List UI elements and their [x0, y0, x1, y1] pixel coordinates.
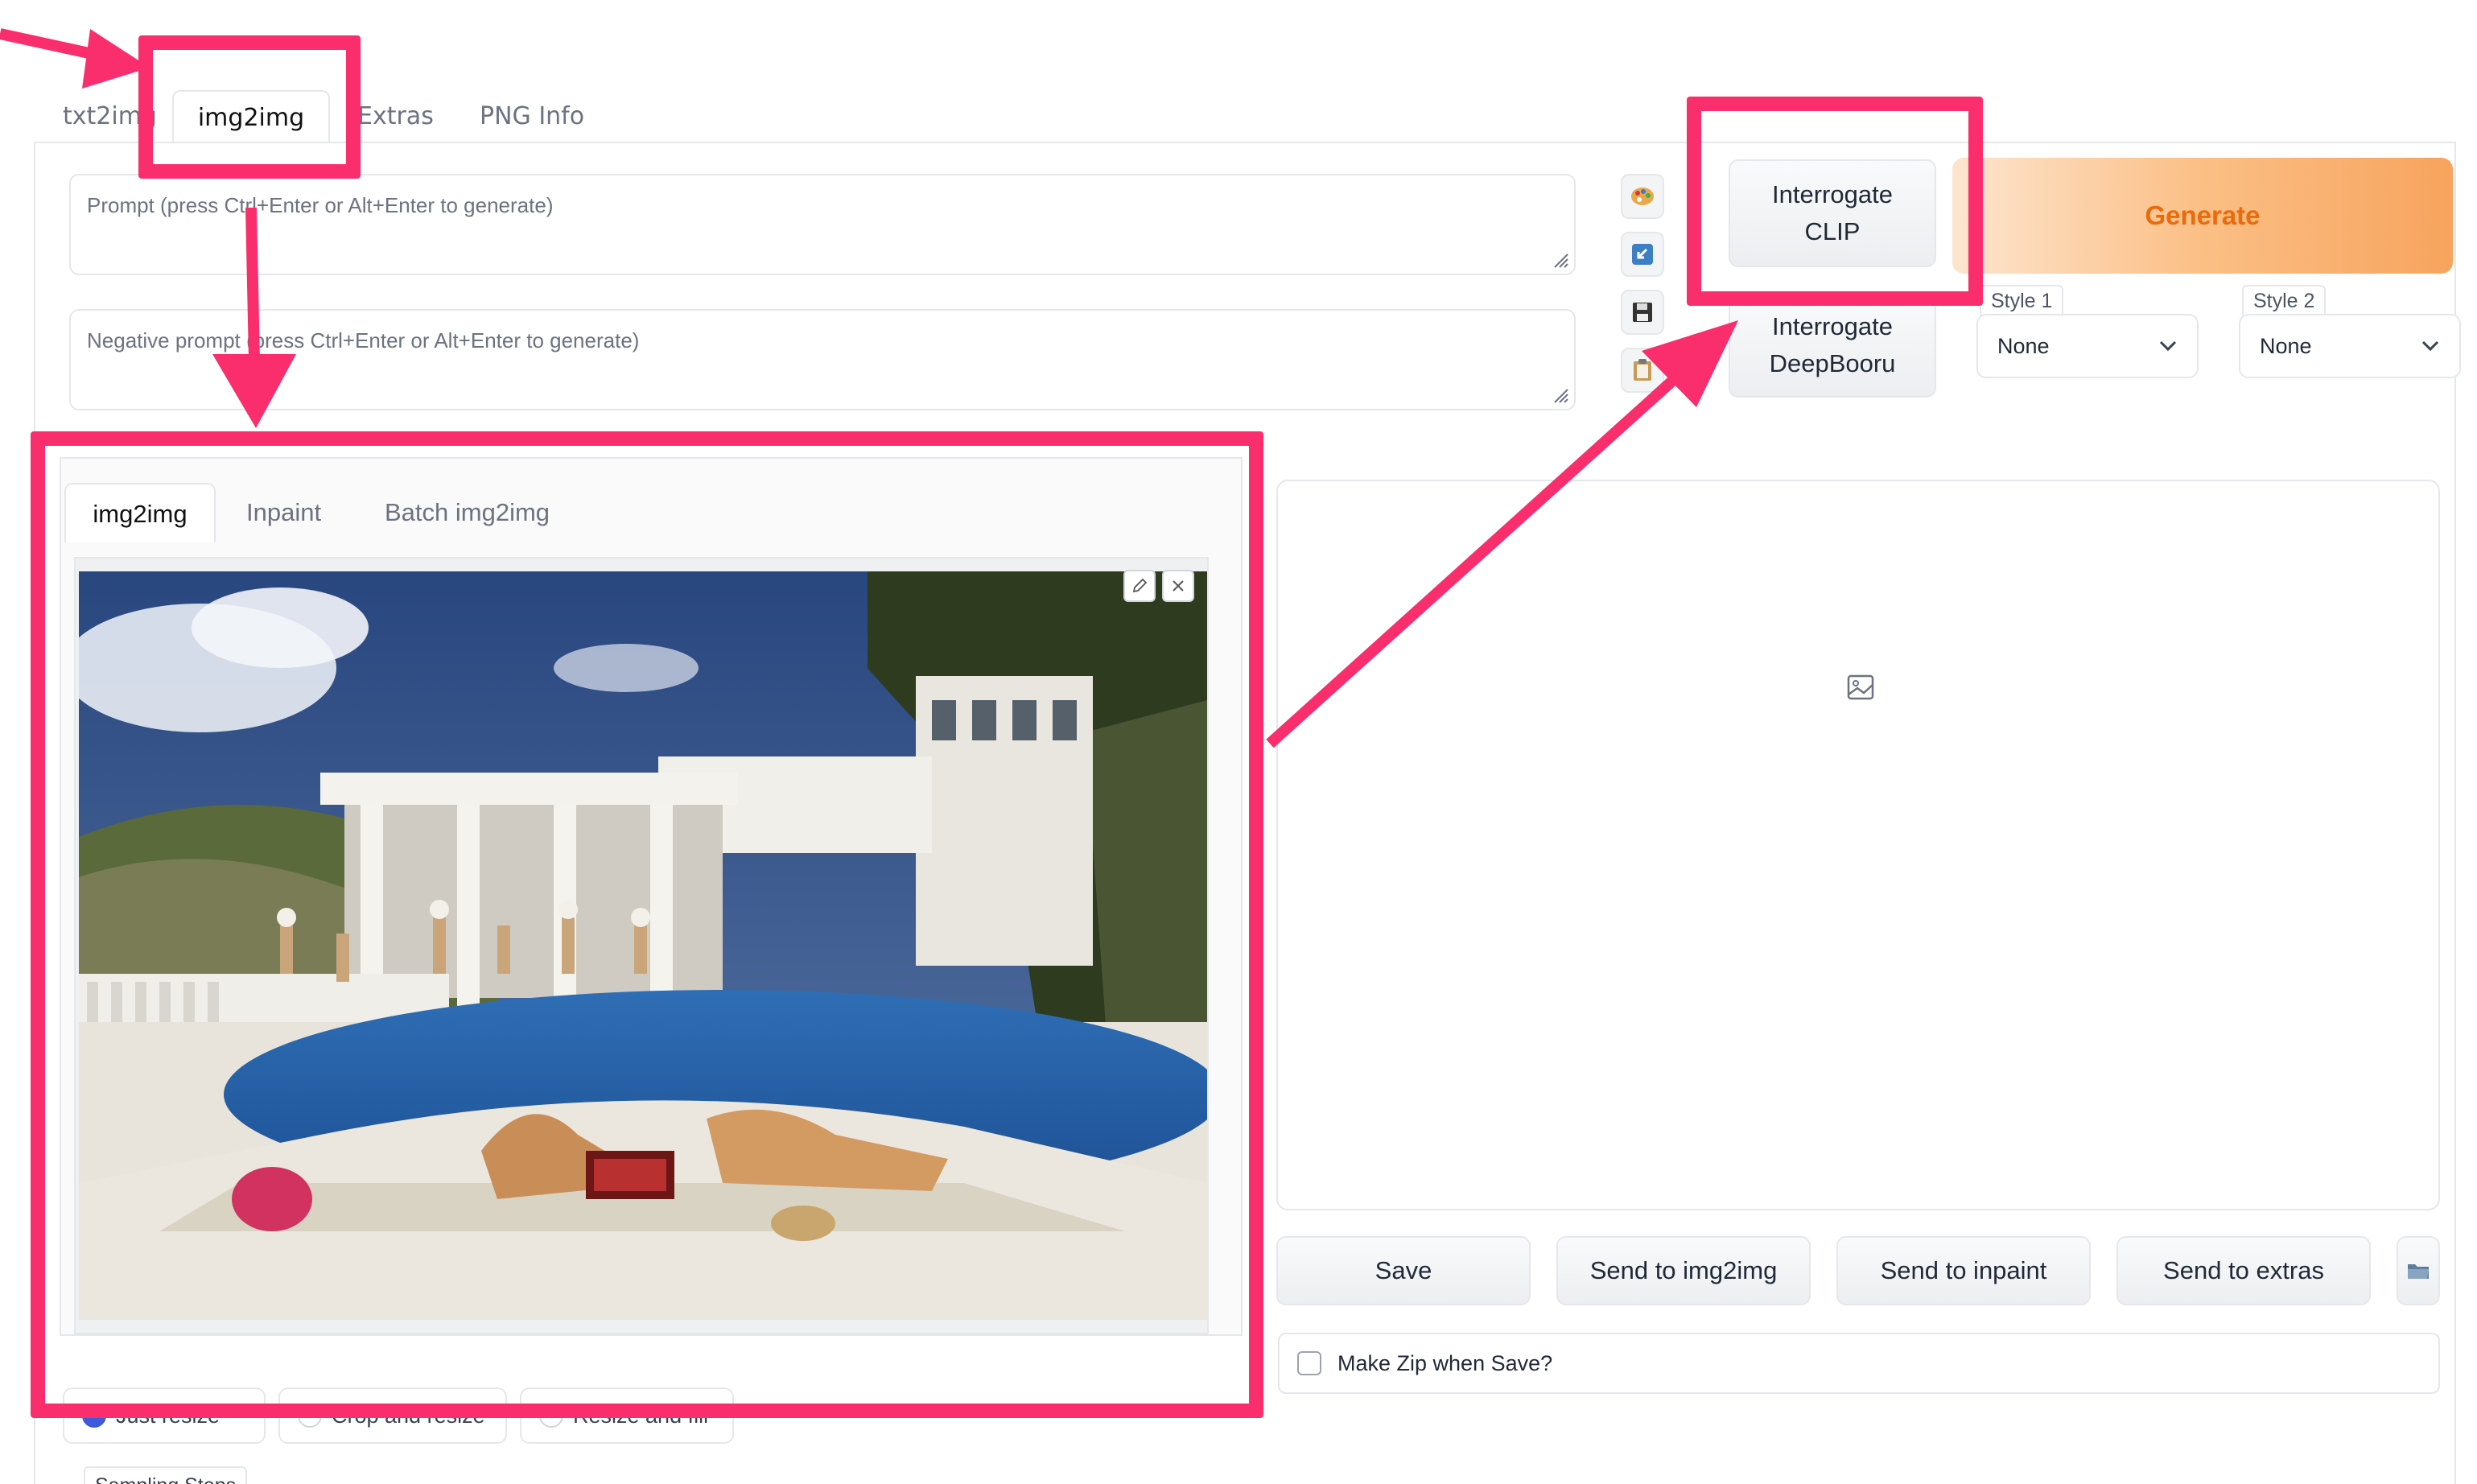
send-to-img2img-button[interactable]: Send to img2img [1556, 1236, 1811, 1305]
output-gallery [1276, 480, 2440, 1210]
folder-icon [2408, 1264, 2429, 1279]
resize-mode-just-resize[interactable]: Just resize [63, 1387, 266, 1444]
chevron-down-icon [2159, 340, 2177, 352]
resize-mode-label: Crop and resize [332, 1403, 485, 1428]
tab-txt2img[interactable]: txt2img [63, 90, 157, 143]
style-1-select[interactable]: None [1976, 314, 2199, 378]
send-to-extras-button[interactable]: Send to extras [2116, 1236, 2371, 1305]
interrogate-deepbooru-label-2: DeepBooru [1769, 349, 1896, 377]
resize-mode-label: Resize and fill [573, 1403, 709, 1428]
interrogate-clip-label-2: CLIP [1804, 217, 1861, 245]
style-1-label: Style 1 [1980, 285, 2064, 318]
resize-mode-crop-and-resize[interactable]: Crop and resize [278, 1387, 507, 1444]
source-image [79, 571, 1207, 1320]
resize-grip-icon[interactable] [1552, 386, 1569, 404]
edit-image-button[interactable] [1123, 570, 1156, 602]
paste-arrow-icon[interactable] [1621, 232, 1664, 277]
subtab-img2img[interactable]: img2img [64, 483, 216, 542]
image-placeholder-icon [1847, 674, 1874, 700]
tab-img2img[interactable]: img2img [172, 90, 330, 143]
send-to-inpaint-button[interactable]: Send to inpaint [1836, 1236, 2091, 1305]
radio-unselected [298, 1404, 322, 1428]
make-zip-label: Make Zip when Save? [1337, 1350, 1553, 1375]
style-1-value: None [1997, 333, 2050, 358]
interrogate-clip-button[interactable]: Interrogate CLIP [1729, 159, 1936, 267]
clipboard-icon[interactable] [1621, 348, 1664, 393]
tab-png-info[interactable]: PNG Info [480, 90, 584, 143]
arrow-head-top-left [82, 29, 150, 89]
interrogate-clip-label-1: Interrogate [1772, 179, 1893, 208]
prompt-box [69, 174, 1576, 275]
interrogate-deepbooru-label-1: Interrogate [1772, 311, 1893, 340]
negative-prompt-input[interactable] [71, 311, 1574, 409]
style-2-value: None [2260, 333, 2312, 358]
tab-extras[interactable]: Extras [357, 90, 434, 143]
style-2-label: Style 2 [2242, 285, 2327, 318]
make-zip-row[interactable]: Make Zip when Save? [1278, 1333, 2440, 1394]
make-zip-checkbox[interactable] [1297, 1351, 1321, 1375]
palette-icon[interactable] [1621, 174, 1664, 219]
style-2-select[interactable]: None [2239, 314, 2461, 378]
interrogate-deepbooru-button[interactable]: Interrogate DeepBooru [1729, 293, 1936, 398]
resize-grip-icon[interactable] [1552, 251, 1569, 269]
close-icon [1173, 580, 1184, 592]
subtab-inpaint[interactable]: Inpaint [246, 483, 321, 542]
pencil-icon [1132, 578, 1148, 593]
subtab-batch-img2img[interactable]: Batch img2img [385, 483, 550, 542]
save-button[interactable]: Save [1276, 1236, 1531, 1305]
prompt-input[interactable] [71, 175, 1574, 274]
open-folder-button[interactable] [2397, 1236, 2440, 1305]
radio-unselected [539, 1404, 563, 1428]
clear-image-button[interactable] [1162, 570, 1194, 602]
radio-selected [82, 1404, 106, 1428]
save-floppy-icon[interactable] [1621, 290, 1664, 335]
resize-mode-resize-and-fill[interactable]: Resize and fill [520, 1387, 734, 1444]
negative-prompt-box [69, 309, 1576, 410]
arrow-top-left [0, 28, 113, 64]
generate-button[interactable]: Generate [1952, 158, 2453, 274]
resize-mode-label: Just resize [116, 1403, 220, 1428]
chevron-down-icon [2421, 340, 2439, 352]
sampling-steps-label: Sampling Steps [84, 1466, 248, 1484]
